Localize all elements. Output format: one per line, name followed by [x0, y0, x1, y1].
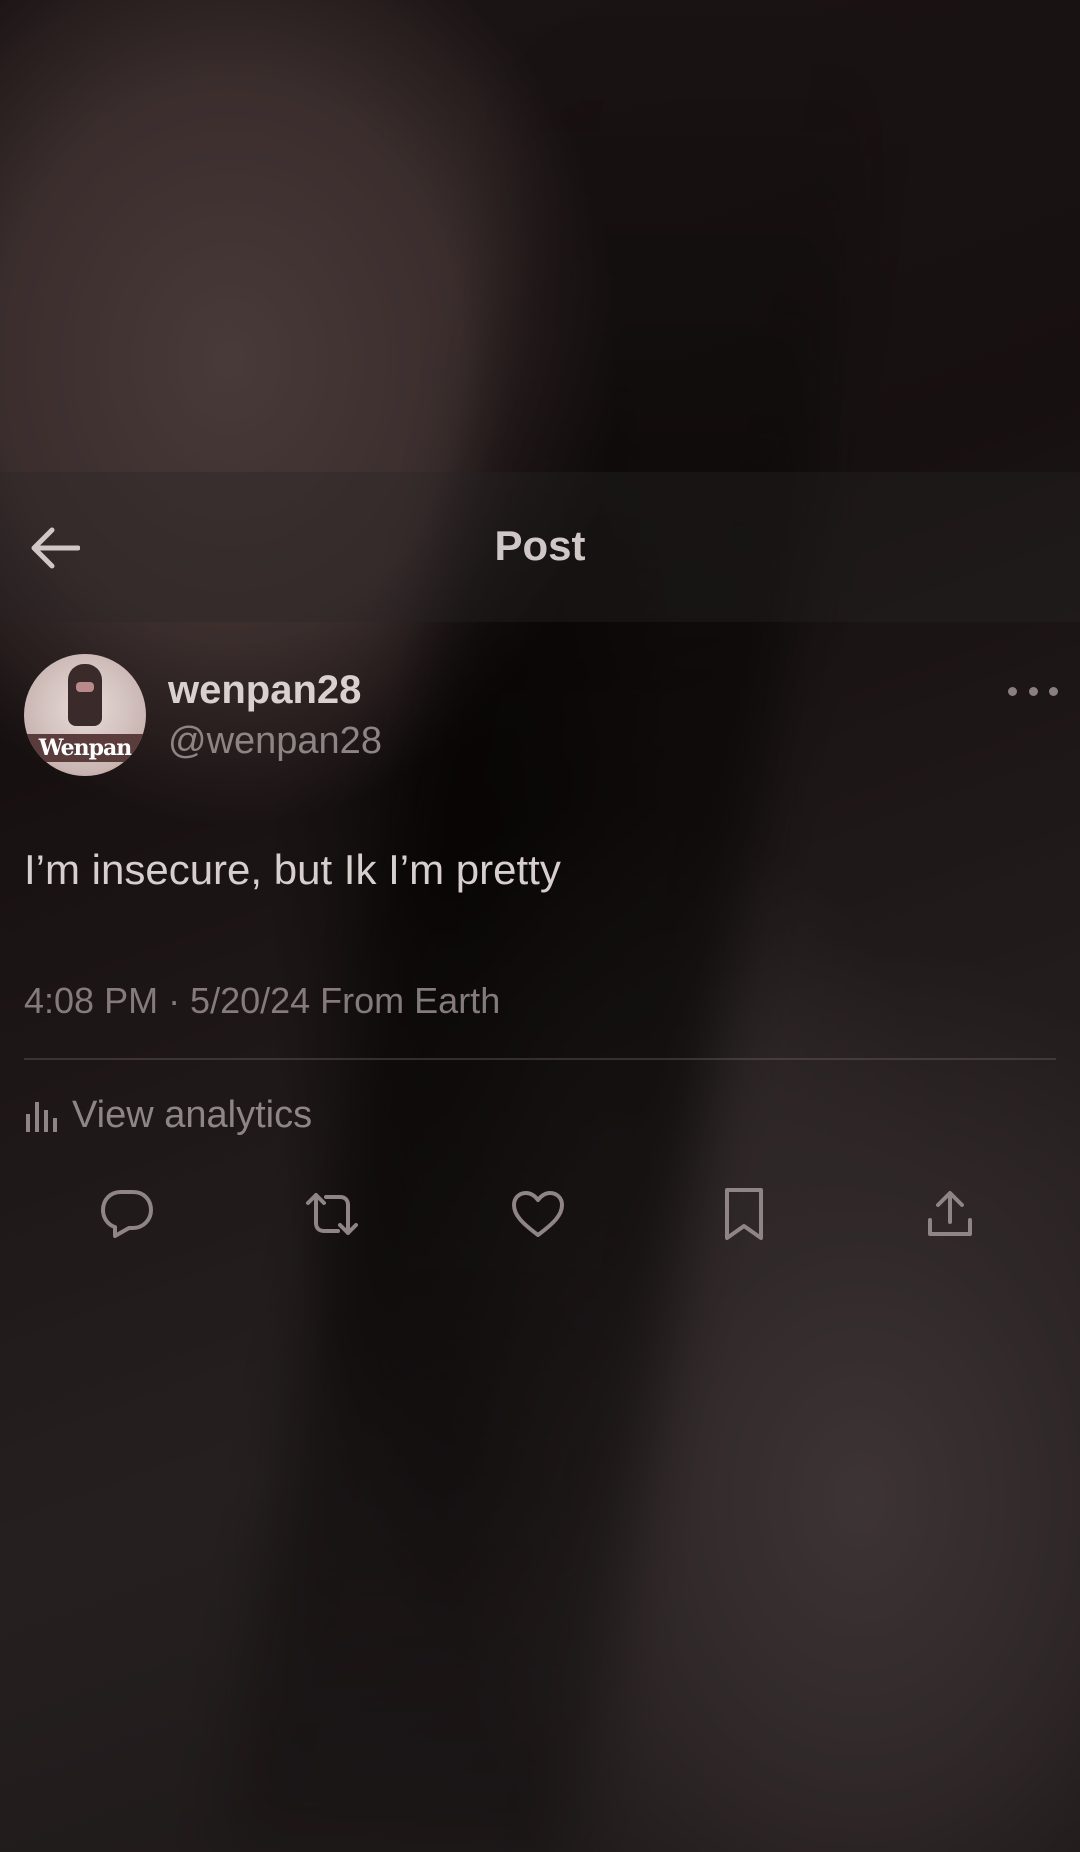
- view-analytics-label: View analytics: [72, 1093, 313, 1136]
- reply-button[interactable]: [97, 1184, 157, 1244]
- more-dot-icon: [1049, 686, 1058, 696]
- share-icon: [928, 1191, 972, 1236]
- avatar[interactable]: Wenpan: [24, 654, 146, 776]
- post-meta: 4:08 PM · 5/20/24 From Earth: [24, 980, 501, 1021]
- repost-button[interactable]: [302, 1184, 362, 1244]
- reply-icon: [101, 1190, 153, 1238]
- bookmark-icon: [725, 1188, 763, 1240]
- analytics-icon: [26, 1102, 57, 1132]
- post-text: I’m insecure, but Ik I’m pretty: [24, 846, 561, 893]
- view-analytics-button[interactable]: View analytics: [24, 1090, 312, 1140]
- repost-icon: [306, 1193, 358, 1235]
- screen: Post Wenpan wenpan28 @wenpan28 I’m insec…: [0, 0, 1080, 1852]
- like-button[interactable]: [508, 1184, 568, 1244]
- avatar-figure: [68, 664, 102, 726]
- divider: [24, 1058, 1056, 1060]
- top-bar: Post: [0, 472, 1080, 622]
- dim-overlay: [0, 0, 1080, 1852]
- avatar-logo-text: Wenpan: [24, 734, 146, 762]
- bookmark-button[interactable]: [714, 1184, 774, 1244]
- page-title: Post: [494, 522, 586, 569]
- author-handle[interactable]: @wenpan28: [168, 720, 382, 763]
- more-dot-icon: [1008, 686, 1017, 696]
- more-dot-icon: [1028, 686, 1038, 696]
- more-options-button[interactable]: [1008, 676, 1058, 706]
- like-icon: [512, 1191, 564, 1237]
- author-display-name[interactable]: wenpan28: [168, 668, 361, 713]
- share-button[interactable]: [920, 1184, 980, 1244]
